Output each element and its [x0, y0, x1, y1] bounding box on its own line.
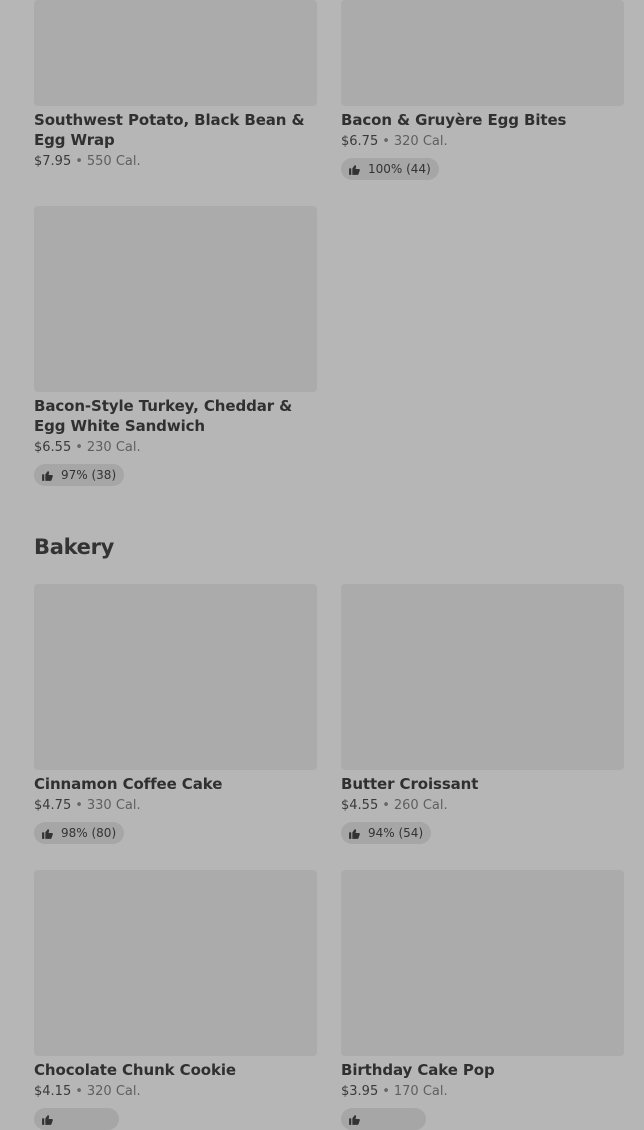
thumbs-up-icon	[349, 164, 360, 175]
item-image	[34, 584, 317, 770]
separator-dot: •	[75, 154, 83, 169]
item-image	[34, 206, 317, 392]
item-name: Southwest Potato, Black Bean & Egg Wrap	[34, 111, 305, 149]
menu-item-card[interactable]: Birthday Cake Pop $3.95 • 170 Cal.	[341, 870, 624, 1130]
item-name: Cinnamon Coffee Cake	[34, 775, 223, 793]
item-meta: $4.15 • 320 Cal.	[34, 1083, 317, 1101]
item-name: Birthday Cake Pop	[341, 1061, 495, 1079]
menu-item-card[interactable]: Bacon & Gruyère Egg Bites $6.75 • 320 Cal.…	[341, 0, 624, 180]
thumbs-up-icon	[42, 828, 53, 839]
rating-text: 97% (38)	[61, 468, 117, 482]
rating-badge: 94% (54)	[341, 822, 432, 844]
item-meta: $6.55 • 230 Cal.	[34, 439, 317, 457]
separator-dot: •	[75, 798, 83, 813]
item-name: Butter Croissant	[341, 775, 479, 793]
rating-badge	[341, 1108, 426, 1130]
item-calories: 320 Cal.	[393, 134, 448, 149]
item-meta: $7.95 • 550 Cal.	[34, 153, 317, 171]
separator-dot: •	[382, 134, 390, 149]
item-meta: $4.75 • 330 Cal.	[34, 797, 317, 815]
item-image	[34, 870, 317, 1056]
item-calories: 230 Cal.	[86, 440, 141, 455]
separator-dot: •	[75, 440, 83, 455]
section-title-bakery: Bakery	[34, 535, 115, 559]
thumbs-up-icon	[42, 470, 53, 481]
item-price: $4.55	[341, 798, 379, 813]
item-price: $4.75	[34, 798, 72, 813]
item-name: Bacon & Gruyère Egg Bites	[341, 111, 567, 129]
rating-badge: 97% (38)	[34, 464, 125, 486]
item-price: $6.75	[341, 134, 379, 149]
item-name: Chocolate Chunk Cookie	[34, 1061, 236, 1079]
thumbs-up-icon	[42, 1114, 53, 1125]
item-meta: $3.95 • 170 Cal.	[341, 1083, 624, 1101]
item-price: $6.55	[34, 440, 72, 455]
item-price: $3.95	[341, 1084, 379, 1099]
thumbs-up-icon	[349, 1114, 360, 1125]
item-image	[341, 0, 624, 106]
item-price: $7.95	[34, 154, 72, 169]
separator-dot: •	[382, 1084, 390, 1099]
menu-item-card[interactable]: Bacon-Style Turkey, Cheddar & Egg White …	[34, 206, 317, 486]
rating-text: 94% (54)	[368, 826, 424, 840]
item-meta: $4.55 • 260 Cal.	[341, 797, 624, 815]
item-calories: 550 Cal.	[86, 154, 141, 169]
menu-item-card[interactable]: Southwest Potato, Black Bean & Egg Wrap …	[34, 0, 317, 171]
item-meta: $6.75 • 320 Cal.	[341, 133, 624, 151]
rating-badge: 100% (44)	[341, 158, 439, 180]
separator-dot: •	[382, 798, 390, 813]
item-calories: 260 Cal.	[393, 798, 448, 813]
item-calories: 330 Cal.	[86, 798, 141, 813]
item-image	[341, 584, 624, 770]
item-name: Bacon-Style Turkey, Cheddar & Egg White …	[34, 397, 293, 435]
separator-dot: •	[75, 1084, 83, 1099]
thumbs-up-icon	[349, 828, 360, 839]
rating-badge: 98% (80)	[34, 822, 125, 844]
item-calories: 170 Cal.	[393, 1084, 448, 1099]
menu-item-card[interactable]: Cinnamon Coffee Cake $4.75 • 330 Cal. 98% …	[34, 584, 317, 844]
item-image	[341, 870, 624, 1056]
item-calories: 320 Cal.	[86, 1084, 141, 1099]
menu-item-card[interactable]: Chocolate Chunk Cookie $4.15 • 320 Cal.	[34, 870, 317, 1130]
menu-item-card[interactable]: Butter Croissant $4.55 • 260 Cal. 94% (54)	[341, 584, 624, 844]
item-image	[34, 0, 317, 106]
item-price: $4.15	[34, 1084, 72, 1099]
rating-badge	[34, 1108, 119, 1130]
rating-text: 98% (80)	[61, 826, 117, 840]
rating-text: 100% (44)	[368, 162, 431, 176]
